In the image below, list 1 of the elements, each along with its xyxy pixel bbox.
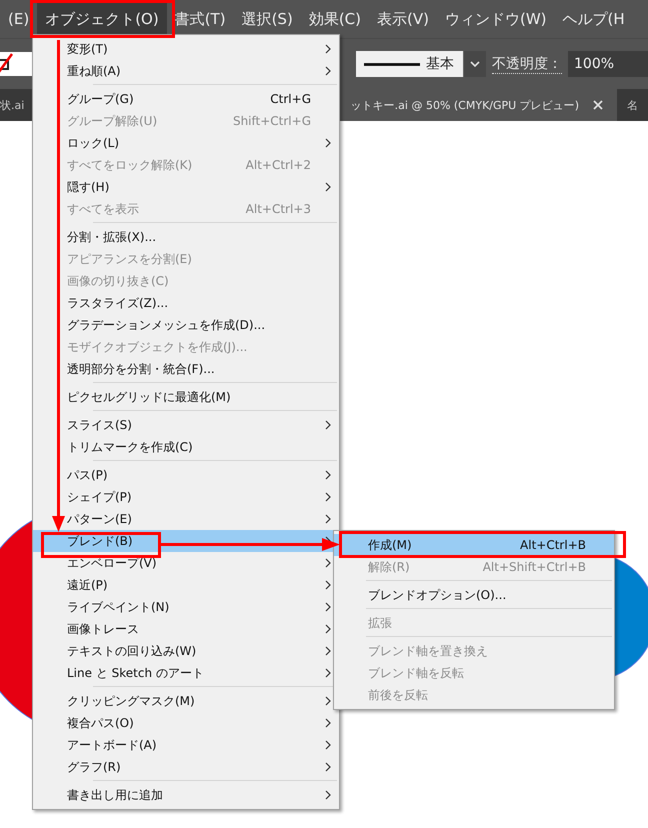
opacity-label: 不透明度： <box>492 54 562 74</box>
